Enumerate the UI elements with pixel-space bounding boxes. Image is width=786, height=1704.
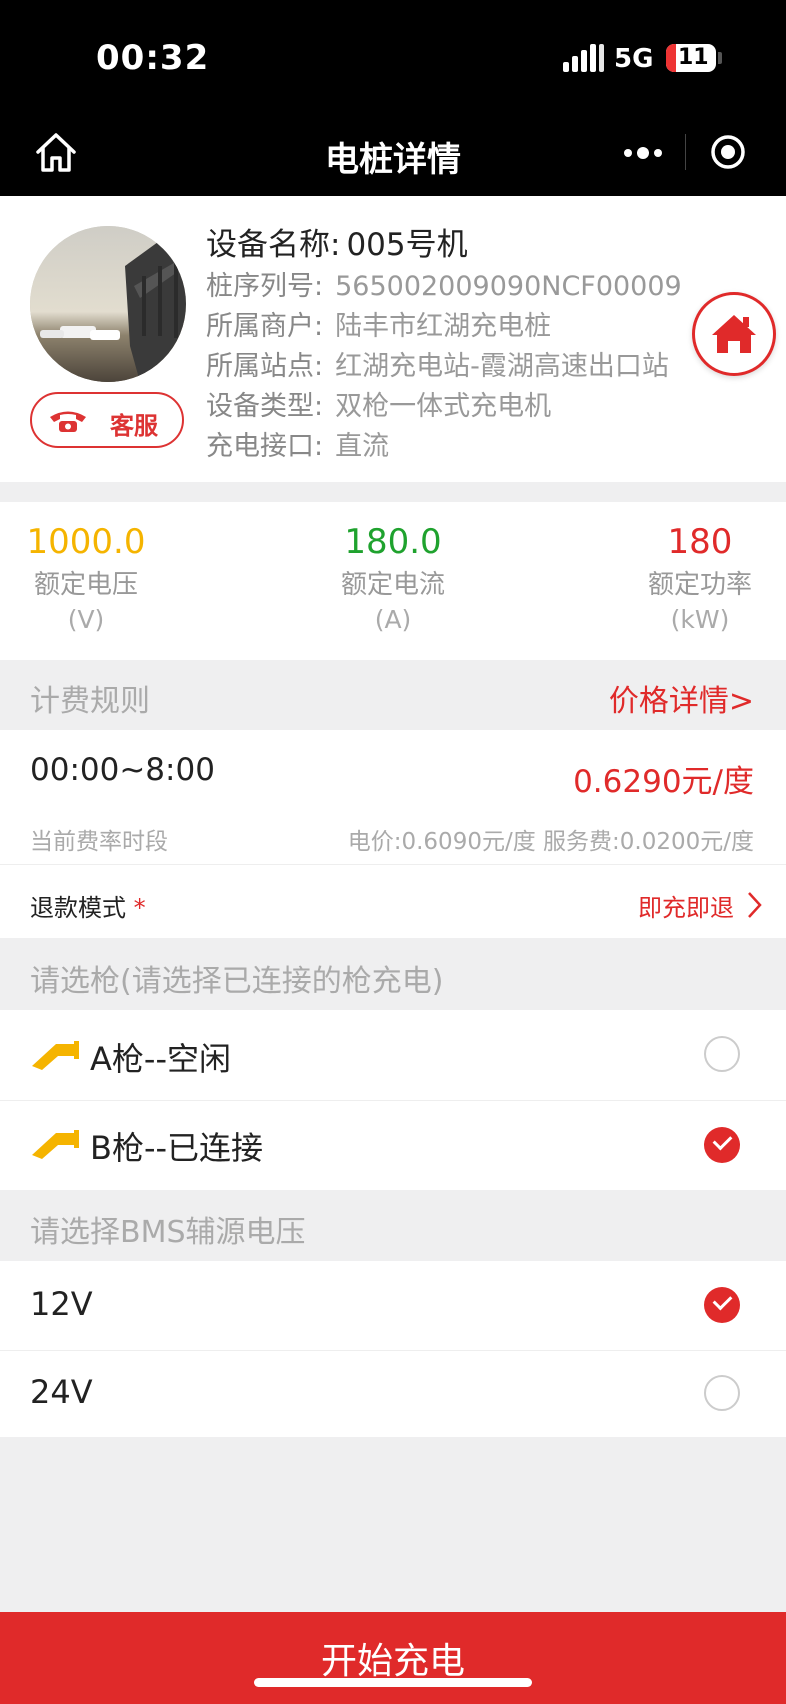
- divider: [0, 864, 786, 865]
- bms-label: 24V: [30, 1373, 93, 1411]
- gun-label: B枪--已连接: [90, 1129, 264, 1167]
- bms-label: 12V: [30, 1285, 93, 1323]
- device-name-value: 005号机: [346, 227, 468, 263]
- info-value: 直流: [335, 431, 390, 462]
- signal-icon: [563, 42, 605, 72]
- battery-icon: 11: [666, 44, 716, 72]
- refund-mode: 退款模式 *: [30, 888, 146, 923]
- spec-power: 180 额定功率 (kW): [600, 522, 786, 634]
- spec-value: 180.0: [344, 522, 442, 562]
- gun-option-a[interactable]: A枪--空闲: [0, 1010, 786, 1100]
- info-key: 充电接口:: [206, 431, 324, 462]
- gun-label: A枪--空闲: [90, 1040, 231, 1078]
- refund-value[interactable]: 即充即退: [638, 888, 734, 923]
- radio-button[interactable]: [704, 1375, 740, 1411]
- spec-voltage: 1000.0 额定电压 (V): [0, 522, 186, 634]
- spec-current: 180.0 额定电流 (A): [293, 522, 493, 634]
- bms-section-header: 请选择BMS辅源电压: [0, 1191, 786, 1261]
- refund-label: 退款模式: [30, 894, 126, 922]
- spec-value: 180: [667, 522, 733, 562]
- spec-value: 1000.0: [26, 522, 146, 562]
- charging-gun-icon: [32, 1130, 79, 1159]
- bms-option-12v[interactable]: 12V: [0, 1261, 786, 1349]
- billing-header: 计费规则 价格详情>: [0, 660, 786, 730]
- info-value: 陆丰市红湖充电桩: [335, 311, 552, 342]
- phone-icon: [50, 411, 86, 432]
- close-miniprogram-icon[interactable]: [710, 134, 746, 170]
- device-name-label: 设备名称:: [206, 227, 341, 263]
- start-charging-button[interactable]: 开始充电: [0, 1612, 786, 1704]
- gun-section-header: 请选枪(请选择已连接的枪充电): [0, 940, 786, 1010]
- info-key: 桩序列号:: [206, 271, 324, 302]
- spec-unit: (V): [67, 605, 105, 634]
- home-float-button[interactable]: [692, 292, 776, 376]
- bms-section-title: 请选择BMS辅源电压: [30, 1215, 306, 1250]
- info-row-interface: 充电接口: 直流: [206, 424, 389, 463]
- gun-option-b[interactable]: B枪--已连接: [0, 1101, 786, 1191]
- network-type: 5G: [614, 44, 654, 74]
- price-detail-link[interactable]: 价格详情>: [609, 676, 754, 720]
- info-key: 所属商户:: [206, 311, 324, 342]
- info-value: 双枪一体式充电机: [335, 391, 552, 422]
- spec-name: 额定功率: [647, 570, 752, 600]
- required-mark: *: [133, 894, 146, 922]
- radio-button[interactable]: [704, 1036, 740, 1072]
- info-row-type: 设备类型: 双枪一体式充电机: [206, 384, 551, 423]
- billing-breakdown: 电价:0.6090元/度 服务费:0.0200元/度: [347, 829, 754, 855]
- station-photo: [30, 226, 186, 382]
- radio-button-checked[interactable]: [704, 1127, 740, 1163]
- home-indicator: [254, 1678, 532, 1687]
- billing-period: 00:00~8:00: [30, 752, 215, 788]
- customer-service-button[interactable]: 客服: [30, 392, 184, 448]
- gun-section-title: 请选枪(请选择已连接的枪充电): [30, 964, 444, 999]
- radio-button-checked[interactable]: [704, 1287, 740, 1323]
- more-icon[interactable]: [620, 138, 668, 166]
- info-row-serial: 桩序列号: 565002009090NCF00009: [206, 264, 682, 303]
- device-name: 设备名称: 005号机: [206, 219, 468, 264]
- info-row-station: 所属站点: 红湖充电站-霞湖高速出口站: [206, 344, 669, 383]
- chevron-right-icon[interactable]: [746, 890, 764, 920]
- spec-name: 额定电压: [33, 570, 138, 600]
- billing-period-caption: 当前费率时段: [30, 829, 168, 855]
- info-key: 设备类型:: [206, 391, 324, 422]
- billing-title: 计费规则: [30, 684, 150, 719]
- home-icon: [712, 315, 756, 353]
- nav-divider: [685, 134, 686, 170]
- battery-level: 11: [678, 45, 709, 70]
- charging-gun-icon: [32, 1041, 79, 1070]
- info-row-merchant: 所属商户: 陆丰市红湖充电桩: [206, 304, 551, 343]
- info-value: 565002009090NCF00009: [335, 271, 682, 302]
- customer-service-label: 客服: [110, 412, 158, 440]
- billing-price: 0.6290元/度: [573, 764, 754, 800]
- start-charging-label: 开始充电: [320, 1641, 465, 1682]
- info-value: 红湖充电站-霞湖高速出口站: [335, 351, 669, 382]
- status-time: 00:32: [96, 38, 210, 78]
- bms-option-24v[interactable]: 24V: [0, 1351, 786, 1437]
- spec-unit: (kW): [670, 605, 730, 634]
- spec-name: 额定电流: [340, 570, 445, 600]
- spec-unit: (A): [374, 605, 412, 634]
- info-key: 所属站点:: [206, 351, 324, 382]
- battery-cap: [718, 52, 722, 64]
- page-title: 电桩详情: [325, 140, 461, 180]
